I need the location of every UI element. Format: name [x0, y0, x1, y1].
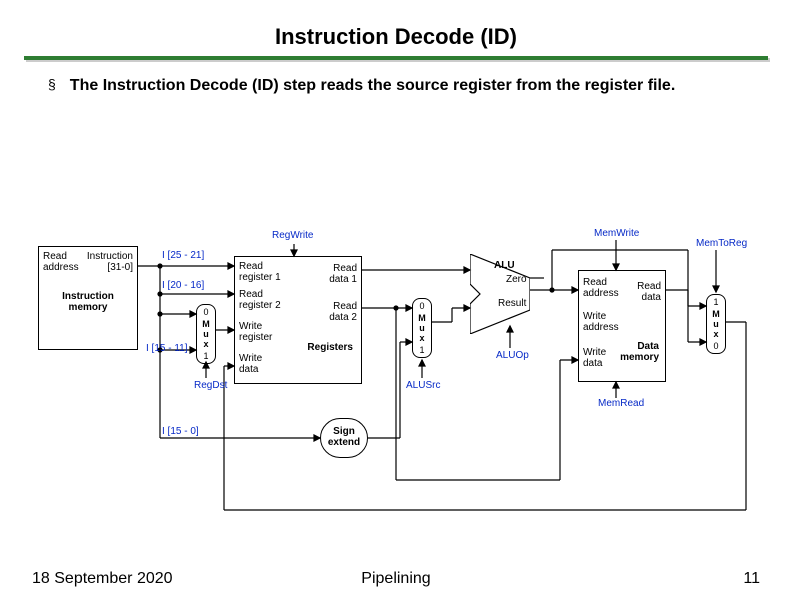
mux1-1: 1: [413, 345, 431, 355]
mux2-1: 1: [707, 297, 725, 307]
bullet-row: § The Instruction Decode (ID) step reads…: [0, 60, 792, 97]
bits-i25-21: I [25 - 21]: [162, 250, 204, 261]
rf-wr: Write register: [239, 321, 272, 343]
rf-name: Registers: [307, 342, 353, 353]
footer-page: 11: [743, 570, 760, 588]
rf-rr1: Read register 1: [239, 261, 281, 283]
sig-regdst: RegDst: [194, 380, 227, 391]
rf-rd2: Read data 2: [329, 301, 357, 323]
sig-regwrite: RegWrite: [272, 230, 314, 241]
mem-rd: Read data: [637, 281, 661, 303]
mux0-0: 0: [197, 307, 215, 317]
mem-wa: Write address: [583, 311, 619, 333]
bits-i15-0: I [15 - 0]: [162, 426, 199, 437]
im-bits: [31-0]: [107, 262, 133, 273]
im-addr: address: [43, 262, 79, 273]
mux-alusrc: 0 M u x 1: [412, 298, 432, 358]
mux-memtoreg: 1 M u x 0: [706, 294, 726, 354]
register-file-box: Read register 1 Read register 2 Write re…: [234, 256, 362, 384]
mux1-0: 0: [413, 301, 431, 311]
sig-memread: MemRead: [598, 398, 644, 409]
im-name: Instruction memory: [43, 291, 133, 313]
page-title: Instruction Decode (ID): [0, 0, 792, 50]
mem-ra: Read address: [583, 277, 619, 299]
bits-i20-16: I [20 - 16]: [162, 280, 204, 291]
mux2-label: M u x: [707, 309, 725, 339]
rf-rr2: Read register 2: [239, 289, 281, 311]
mux0-label: M u x: [197, 319, 215, 349]
alu-result: Result: [498, 298, 526, 309]
mux0-1: 1: [197, 351, 215, 361]
rf-wd: Write data: [239, 353, 262, 375]
im-read: Read: [43, 251, 67, 262]
instruction-memory-box: Read Instruction address [31-0] Instruct…: [38, 246, 138, 350]
datapath-diagram: Read Instruction address [31-0] Instruct…: [0, 190, 792, 530]
sig-aluop: ALUOp: [496, 350, 529, 361]
footer-center: Pipelining: [0, 570, 792, 588]
sig-memtoreg: MemToReg: [696, 238, 747, 249]
mux1-label: M u x: [413, 313, 431, 343]
wire-layer: [0, 190, 792, 530]
sign-extend-box: Sign extend: [320, 418, 368, 458]
im-instr: Instruction: [87, 251, 133, 262]
mem-name: Data memory: [620, 341, 659, 363]
alu-name: ALU: [494, 260, 515, 271]
mux2-0: 0: [707, 341, 725, 351]
bits-i15-11: I [15 - 11]: [146, 343, 188, 354]
rf-rd1: Read data 1: [329, 263, 357, 285]
mem-wd: Write data: [583, 347, 606, 369]
bullet-text: The Instruction Decode (ID) step reads t…: [70, 76, 675, 97]
mux-regdst: 0 M u x 1: [196, 304, 216, 364]
sig-alusrc: ALUSrc: [406, 380, 440, 391]
sig-memwrite: MemWrite: [594, 228, 639, 239]
alu-zero: Zero: [506, 274, 527, 285]
bullet-marker: §: [48, 76, 56, 97]
data-memory-box: Read address Write address Write data Re…: [578, 270, 666, 382]
